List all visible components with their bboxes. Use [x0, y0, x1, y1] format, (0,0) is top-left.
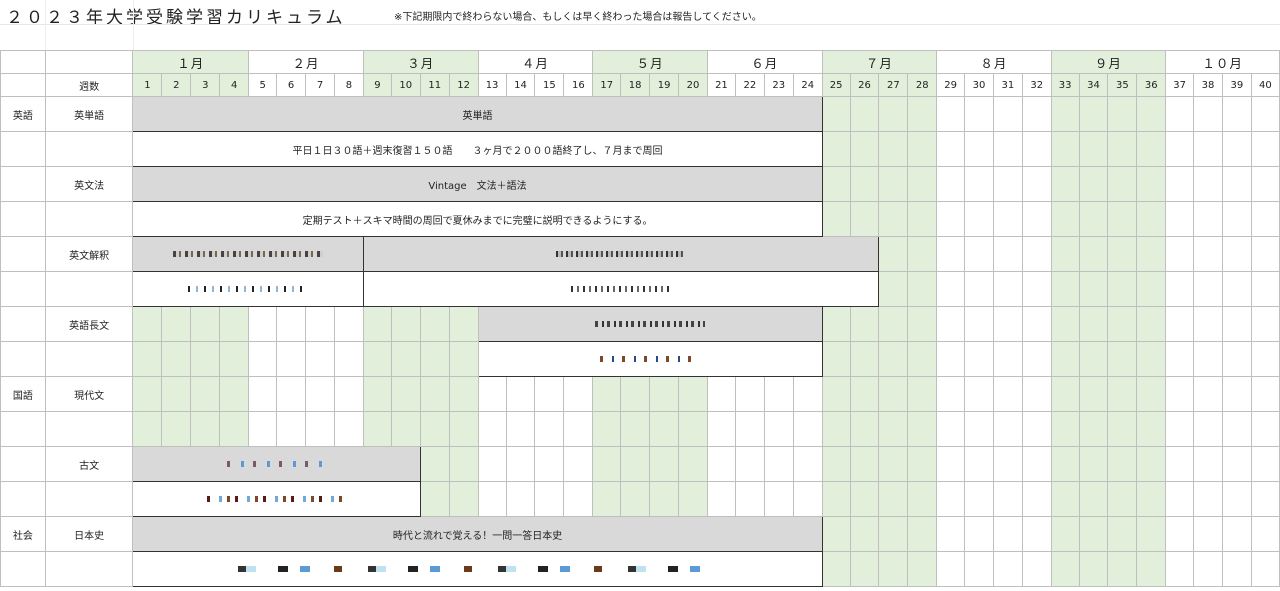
- schedule-detail: 定期テスト＋スキマ時間の周回で夏休みまでに完璧に説明できるようにする。: [132, 201, 823, 237]
- schedule-bar-redacted: [477, 306, 823, 342]
- schedule-detail-redacted: [362, 271, 880, 307]
- schedule-bar-redacted: [132, 446, 421, 482]
- week-number: 22: [734, 73, 765, 97]
- interpretation-row: 英文解釈: [0, 236, 1280, 272]
- grammar-row: 英文法 Vintage 文法＋語法: [0, 166, 1280, 202]
- month-header: １月: [132, 50, 250, 74]
- month-header: ３月: [362, 50, 479, 74]
- weeks-label: 週数: [44, 73, 134, 97]
- row-label: 英語長文: [44, 306, 134, 342]
- sheet-gridline: [45, 0, 46, 50]
- week-number: 7: [305, 73, 335, 97]
- week-number: 35: [1107, 73, 1138, 97]
- week-number: 26: [849, 73, 880, 97]
- schedule-detail: 平日１日３０語＋週末復習１５０語 ３ヶ月で２０００語終了し、７月まで周回: [132, 131, 823, 167]
- week-number: 19: [649, 73, 680, 97]
- row-label: 現代文: [44, 376, 134, 412]
- week-number: 18: [620, 73, 651, 97]
- subject-label: 社会: [0, 516, 46, 552]
- week-number: 29: [936, 73, 966, 97]
- month-header-row: １月 ２月 ３月 ４月 ５月 ６月 ７月 ８月 ９月 １０月: [0, 50, 1280, 74]
- week-number: 1: [132, 73, 163, 97]
- week-number: 21: [706, 73, 736, 97]
- schedule-detail-redacted: [477, 341, 823, 377]
- week-number: 2: [161, 73, 192, 97]
- week-number: 24: [792, 73, 823, 97]
- schedule-bar: 英単語: [132, 96, 823, 132]
- week-number: 27: [878, 73, 909, 97]
- classic-japanese-row: 古文: [0, 446, 1280, 482]
- japanese-history-detail-row: [0, 551, 1280, 587]
- subject-label: 国語: [0, 376, 46, 412]
- schedule-detail-redacted: [132, 271, 364, 307]
- schedule-bar-redacted: [132, 236, 364, 272]
- curriculum-table: １月 ２月 ３月 ４月 ５月 ６月 ７月 ８月 ９月 １０月 週数 123456…: [0, 50, 1280, 587]
- month-header: １０月: [1165, 50, 1280, 74]
- week-number: 11: [419, 73, 450, 97]
- month-header: ４月: [477, 50, 594, 74]
- schedule-bar: Vintage 文法＋語法: [132, 166, 823, 202]
- japanese-history-row: 社会 日本史 時代と流れで覚える！一問一答日本史: [0, 516, 1280, 552]
- interpretation-detail-row: [0, 271, 1280, 307]
- month-header: ９月: [1050, 50, 1167, 74]
- week-number: 20: [678, 73, 708, 97]
- week-number: 33: [1050, 73, 1080, 97]
- week-number: 39: [1221, 73, 1252, 97]
- month-header: ７月: [821, 50, 938, 74]
- week-number: 3: [190, 73, 221, 97]
- sheet-gridline: [0, 24, 1280, 25]
- grammar-detail-row: 定期テスト＋スキマ時間の周回で夏休みまでに完璧に説明できるようにする。: [0, 201, 1280, 237]
- row-label: 英文解釈: [44, 236, 134, 272]
- week-number: 23: [763, 73, 794, 97]
- month-header: ６月: [706, 50, 823, 74]
- month-header: ２月: [248, 50, 364, 74]
- week-number: 4: [219, 73, 250, 97]
- week-number: 36: [1136, 73, 1167, 97]
- vocab-detail-row: 平日１日３０語＋週末復習１５０語 ３ヶ月で２０００語終了し、７月まで周回: [0, 131, 1280, 167]
- schedule-detail-redacted: [132, 551, 823, 587]
- row-label: 古文: [44, 446, 134, 482]
- classic-japanese-detail-row: [0, 481, 1280, 517]
- week-number: 14: [505, 73, 536, 97]
- week-number: 15: [534, 73, 565, 97]
- week-number: 30: [964, 73, 994, 97]
- month-header: ５月: [592, 50, 708, 74]
- week-number: 12: [448, 73, 479, 97]
- modern-japanese-row: 国語 現代文: [0, 376, 1280, 412]
- vocab-row: 英語 英単語 英単語: [0, 96, 1280, 132]
- sheet-gridline: [133, 0, 134, 50]
- week-number: 32: [1021, 73, 1052, 97]
- long-reading-detail-row: [0, 341, 1280, 377]
- week-number: 17: [592, 73, 622, 97]
- week-number: 5: [248, 73, 278, 97]
- week-number: 25: [821, 73, 851, 97]
- instruction-note: ※下記期限内で終わらない場合、もしくは早く終わった場合は報告してください。: [394, 12, 762, 23]
- schedule-bar: 時代と流れで覚える！一問一答日本史: [132, 516, 823, 552]
- week-number: 31: [992, 73, 1023, 97]
- row-label: 英単語: [44, 96, 134, 132]
- row-label: 英文法: [44, 166, 134, 202]
- week-number: 38: [1193, 73, 1223, 97]
- subject-label: 英語: [0, 96, 46, 132]
- long-reading-row: 英語長文: [0, 306, 1280, 342]
- week-number: 10: [390, 73, 421, 97]
- week-number: 9: [362, 73, 392, 97]
- week-number: 16: [563, 73, 594, 97]
- week-number: 8: [334, 73, 364, 97]
- schedule-bar-redacted: [362, 236, 880, 272]
- week-number: 28: [907, 73, 938, 97]
- week-number: 37: [1165, 73, 1195, 97]
- week-number: 40: [1250, 73, 1280, 97]
- row-label: 日本史: [44, 516, 134, 552]
- week-number: 34: [1078, 73, 1109, 97]
- modern-japanese-detail-row: [0, 411, 1280, 447]
- week-number: 6: [276, 73, 307, 97]
- week-number: 13: [477, 73, 507, 97]
- schedule-detail-redacted: [132, 481, 421, 517]
- month-header: ８月: [936, 50, 1052, 74]
- week-number-row: 週数 1 2 3 4 5 6 7 8 9 10 11 12 13 14 15 16 17 18 19 20 21 22 23…: [0, 73, 1280, 97]
